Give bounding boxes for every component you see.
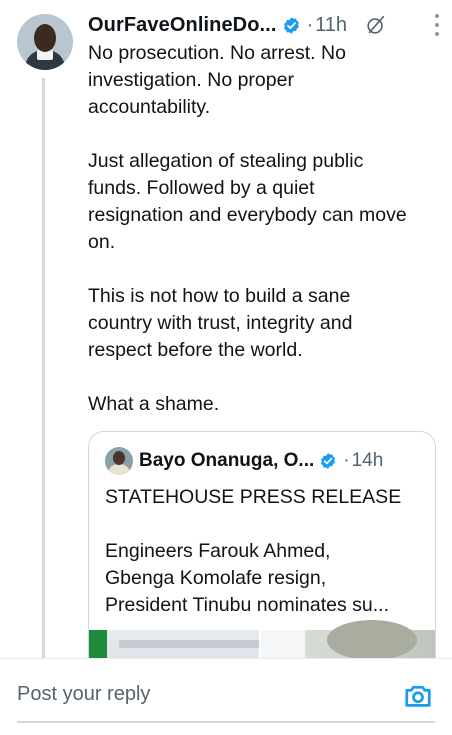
quoted-author-name: Bayo Onanuga, O...: [139, 450, 315, 471]
quoted-line: Engineers Farouk Ahmed,: [105, 540, 331, 562]
camera-icon[interactable]: [403, 681, 433, 711]
reply-input[interactable]: Post your reply: [17, 683, 150, 706]
quoted-title: STATEHOUSE PRESS RELEASE: [105, 486, 402, 508]
post-paragraph: No prosecution. No arrest. No investigat…: [88, 42, 346, 118]
grok-icon[interactable]: [365, 14, 387, 36]
quoted-line: Gbenga Komolafe resign,: [105, 567, 327, 589]
reply-bar: Post your reply: [0, 658, 452, 735]
quoted-post-header: Bayo Onanuga, O... · 14h: [105, 447, 384, 475]
thread-line: [42, 78, 45, 658]
quoted-post-time: 14h: [351, 450, 384, 471]
author-avatar[interactable]: [17, 14, 73, 70]
post-header: OurFaveOnlineDo... · 11h: [88, 10, 440, 40]
more-options-icon[interactable]: [434, 14, 440, 36]
quoted-author-avatar: [105, 447, 133, 475]
quoted-post-text: STATEHOUSE PRESS RELEASE Engineers Farou…: [105, 484, 425, 619]
post-paragraph: What a shame.: [88, 393, 220, 415]
post-body: No prosecution. No arrest. No investigat…: [88, 40, 428, 445]
author-name[interactable]: OurFaveOnlineDo...: [88, 14, 277, 37]
verified-badge-icon: [283, 16, 299, 34]
verified-badge-icon: [321, 453, 336, 469]
post-paragraph: Just allegation of stealing public funds…: [88, 150, 407, 253]
post-paragraph: This is not how to build a sane country …: [88, 285, 353, 361]
post-time[interactable]: 11h: [315, 14, 347, 37]
quoted-post[interactable]: Bayo Onanuga, O... · 14h STATEHOUSE PRES…: [88, 431, 436, 673]
quoted-line: President Tinubu nominates su...: [105, 594, 389, 616]
reply-underline: [17, 721, 435, 723]
quoted-header-separator: ·: [343, 450, 350, 471]
header-separator: ·: [306, 13, 314, 36]
